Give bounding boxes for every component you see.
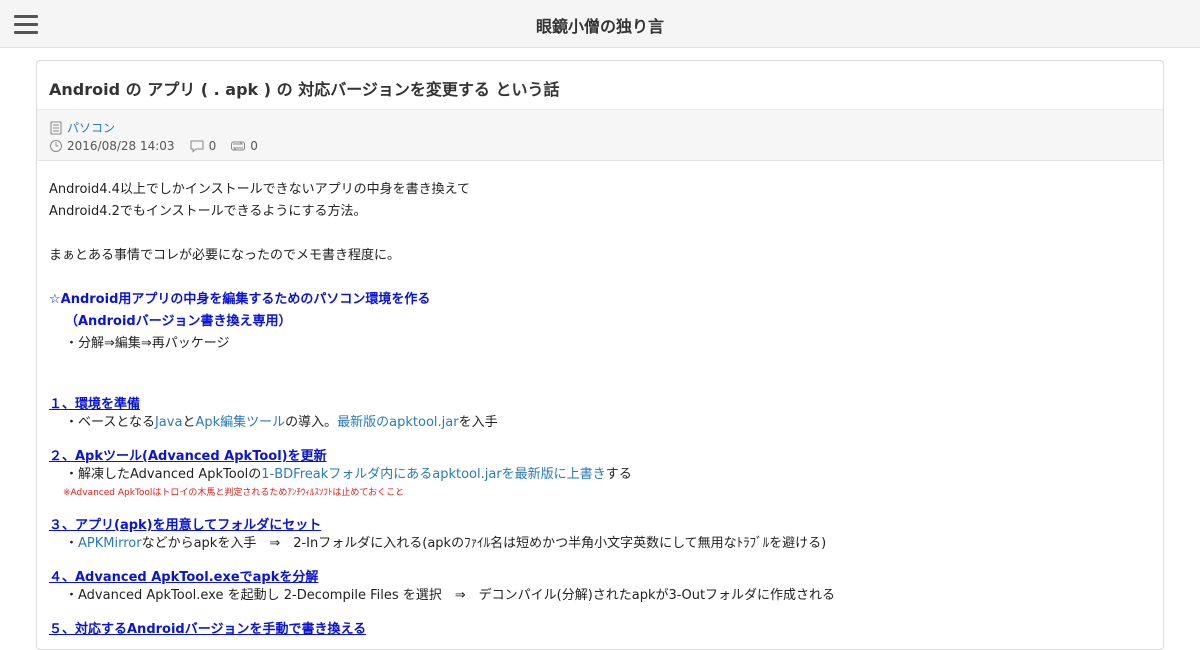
step-3-heading[interactable]: ３、アプリ(apk)を用意してフォルダにセット bbox=[49, 514, 321, 533]
site-title[interactable]: 眼鏡小僧の独り言 bbox=[0, 13, 1200, 37]
section-note: ・分解⇒編集⇒再パッケージ bbox=[65, 336, 230, 351]
step-1-text-a: ・ベースとなる bbox=[65, 415, 155, 430]
post-title[interactable]: Android の アプリ ( . apk ) の 対応バージョンを変更する と… bbox=[49, 76, 559, 100]
clock-icon bbox=[49, 139, 67, 153]
comment-icon[interactable] bbox=[189, 139, 209, 153]
step-5-heading[interactable]: ５、対応するAndroidバージョンを手動で書き換える bbox=[49, 618, 366, 637]
apkmirror-link[interactable]: APKMirror bbox=[78, 536, 142, 551]
step-1-text: ・ベースとなるJavaとApk編集ツールの導入。最新版のapktool.jarを… bbox=[49, 411, 498, 430]
step-1-text-d: を入手 bbox=[458, 415, 498, 430]
comment-count[interactable]: 0 bbox=[209, 139, 217, 153]
apktool-jar-link[interactable]: 最新版のapktool.jar bbox=[337, 415, 458, 430]
antivirus-warning: ※Advanced ApkToolはトロイの木馬と判定されるためｱﾝﾁｳｨﾙｽｿ… bbox=[63, 488, 405, 498]
intro-line-3: まぁとある事情でコレが必要になったのでメモ書き程度に。 bbox=[49, 248, 401, 263]
step-2-text-b: する bbox=[605, 467, 632, 482]
step-2-text-a: ・解凍したAdvanced ApkToolの bbox=[65, 467, 262, 482]
step-1-text-c: の導入。 bbox=[285, 415, 338, 430]
apk-tool-link[interactable]: Apk編集ツール bbox=[195, 415, 285, 430]
java-link[interactable]: Java bbox=[155, 415, 182, 430]
step-1-text-b: と bbox=[182, 415, 196, 430]
step-4-heading[interactable]: ４、Advanced ApkTool.exeでapkを分解 bbox=[49, 566, 318, 585]
intro-line-1: Android4.4以上でしかインストールできないアプリの中身を書き換えて bbox=[49, 182, 471, 197]
intro-line-2: Android4.2でもインストールできるようにする方法。 bbox=[49, 204, 367, 219]
trackback-count[interactable]: 0 bbox=[250, 139, 258, 153]
top-bar: 眼鏡小僧の独り言 bbox=[0, 0, 1200, 48]
section-title-2: （Androidバージョン書き換え専用） bbox=[65, 314, 292, 329]
bdfreak-folder-link[interactable]: 1-BDFreakフォルダ内にあるapktool.jarを最新版に上書き bbox=[261, 467, 605, 482]
step-4-text: ・Advanced ApkTool.exe を起動し 2-Decompile F… bbox=[65, 588, 836, 603]
step-2-heading[interactable]: ２、Apkツール(Advanced ApkTool)を更新 bbox=[49, 445, 327, 464]
step-3-text-b: などからapkを入手 ⇒ 2-Inフォルダに入れる(apkのﾌｧｲﾙ名は短めかつ… bbox=[141, 536, 827, 551]
section-title-1: ☆Android用アプリの中身を編集するためのパソコン環境を作る bbox=[49, 292, 431, 307]
step-3-text: ・APKMirrorなどからapkを入手 ⇒ 2-Inフォルダに入れる(apkの… bbox=[49, 532, 826, 551]
step-1-heading[interactable]: １、環境を準備 bbox=[49, 393, 140, 412]
article-card: Android の アプリ ( . apk ) の 対応バージョンを変更する と… bbox=[36, 60, 1164, 650]
category-link[interactable]: パソコン bbox=[67, 119, 115, 136]
step-3-text-a: ・ bbox=[65, 536, 79, 551]
step-2-text: ・解凍したAdvanced ApkToolの1-BDFreakフォルダ内にあるa… bbox=[49, 463, 632, 482]
document-icon bbox=[49, 121, 67, 135]
post-date: 2016/08/28 14:03 bbox=[67, 139, 175, 153]
post-meta: パソコン 2016/08/28 14:03 0 0 bbox=[37, 109, 1163, 161]
trackback-icon[interactable] bbox=[230, 139, 250, 153]
